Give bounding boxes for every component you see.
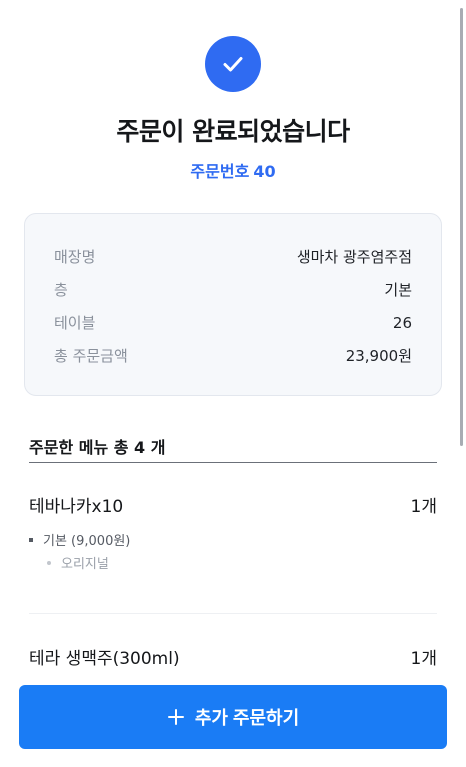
- info-label: 층: [54, 281, 68, 299]
- order-number-value: 40: [253, 162, 276, 181]
- menu-item-option: 기본 (9,000원): [29, 530, 130, 549]
- menu-item: 테라 생맥주(300ml) 1개: [29, 644, 437, 669]
- menu-item-sub-option: 오리지널: [29, 553, 109, 572]
- add-order-button[interactable]: 추가 주문하기: [19, 685, 447, 749]
- divider: [29, 462, 437, 463]
- info-row-floor: 층 기본: [54, 273, 412, 306]
- info-row-store: 매장명 생마차 광주염주점: [54, 240, 412, 273]
- menu-item-qty: 1개: [410, 649, 437, 669]
- divider: [29, 613, 437, 614]
- info-value: 23,900원: [345, 347, 412, 365]
- order-info-card: 매장명 생마차 광주염주점 층 기본 테이블 26 총 주문금액 23,900원: [24, 213, 442, 396]
- info-label: 테이블: [54, 314, 96, 332]
- scrollbar[interactable]: [460, 8, 463, 446]
- menu-item-name: 테라 생맥주(300ml): [29, 649, 180, 669]
- menu-item-name: 테바나카x10: [29, 497, 124, 517]
- sub-option-label: 오리지널: [61, 557, 109, 572]
- order-complete-page: 주문이 완료되었습니다 주문번호 40 매장명 생마차 광주염주점 층 기본 테이…: [0, 0, 466, 767]
- order-number-label: 주문번호: [190, 162, 250, 181]
- option-label: 기본 (9,000원): [43, 534, 131, 549]
- add-order-label: 추가 주문하기: [194, 708, 300, 728]
- info-label: 매장명: [54, 248, 96, 266]
- bullet-icon: [29, 537, 33, 542]
- page-title: 주문이 완료되었습니다: [116, 117, 350, 146]
- dot-icon: [47, 560, 51, 565]
- order-number: 주문번호 40: [0, 158, 466, 182]
- menu-item-qty: 1개: [410, 497, 437, 517]
- info-value: 기본: [384, 281, 412, 299]
- info-value: 26: [392, 313, 412, 332]
- menu-section-title: 주문한 메뉴 총 4 개: [29, 438, 166, 457]
- menu-item: 테바나카x10 1개: [29, 492, 437, 517]
- plus-icon: [167, 708, 185, 726]
- check-icon: [205, 36, 261, 92]
- info-row-total: 총 주문금액 23,900원: [54, 339, 412, 372]
- info-label: 총 주문금액: [54, 347, 128, 365]
- info-value: 생마차 광주염주점: [296, 248, 412, 266]
- info-row-table: 테이블 26: [54, 306, 412, 339]
